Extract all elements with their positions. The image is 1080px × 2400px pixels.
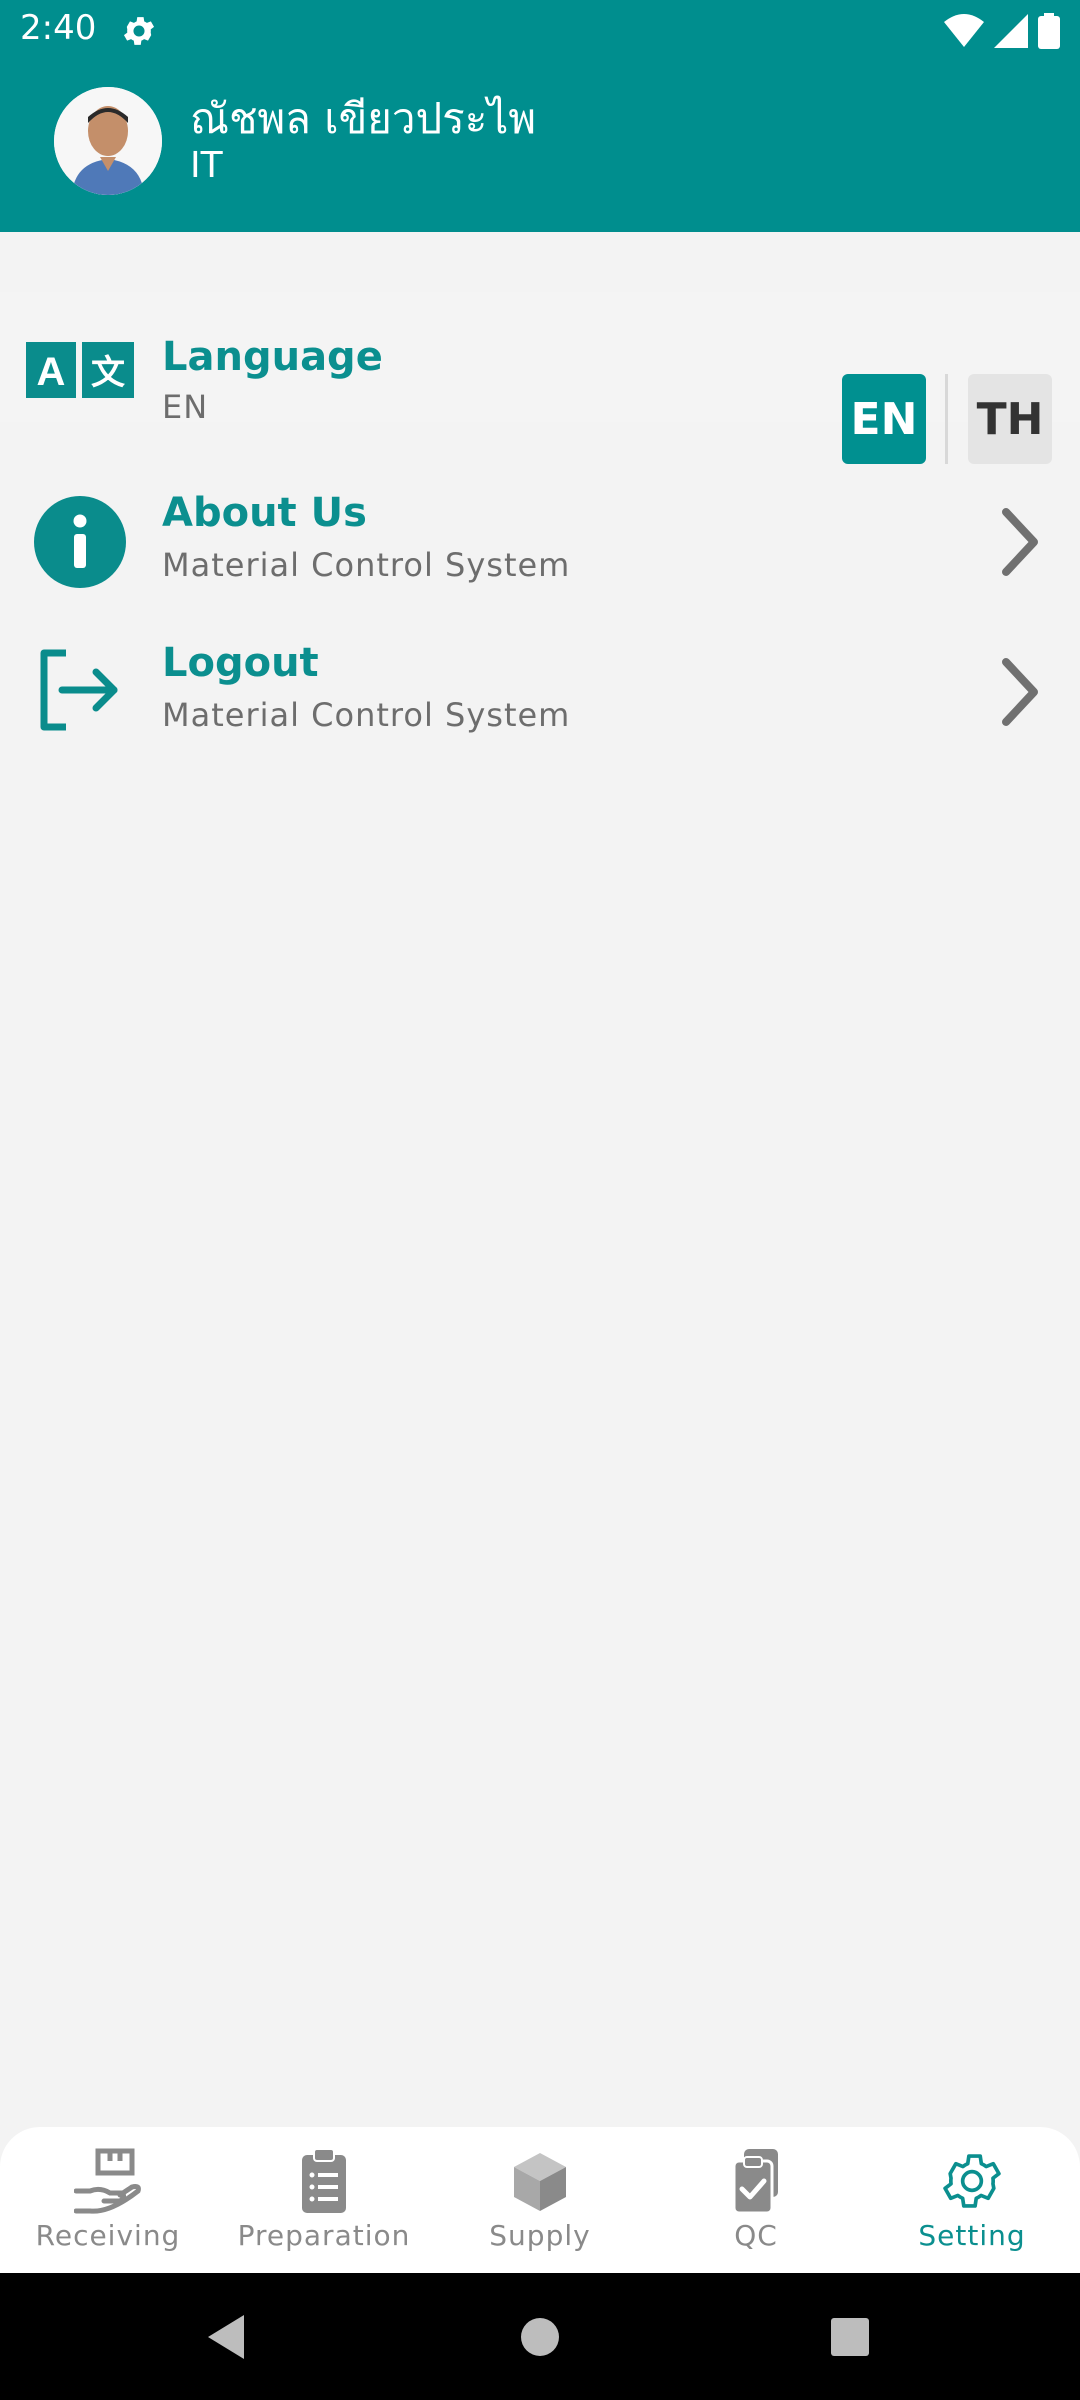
about-us-subtitle: Material Control System [162, 546, 571, 584]
logout-row[interactable]: Logout Material Control System [0, 592, 1080, 734]
home-icon[interactable] [520, 2317, 560, 2357]
chevron-right-icon [1002, 658, 1038, 726]
signal-icon [994, 14, 1028, 48]
svg-text:A: A [37, 350, 66, 394]
logout-title: Logout [162, 640, 319, 686]
language-title: Language [162, 334, 383, 380]
user-department: IT [190, 145, 223, 186]
app-header: 2:40 ณัชพล เขียวประไพ IT [0, 0, 1080, 232]
settings-content: A 文 Language EN EN TH About Us Material … [0, 232, 1080, 2127]
nav-label-preparation: Preparation [237, 2219, 411, 2252]
user-profile: ณัชพล เขียวประไพ IT [54, 86, 536, 196]
system-navigation-bar [0, 2273, 1080, 2400]
status-icons [944, 12, 1060, 50]
chevron-right-icon [1002, 508, 1038, 576]
user-name: ณัชพล เขียวประไพ [190, 94, 537, 143]
settings-gear-icon [123, 17, 155, 45]
qc-clipboard-check-icon [732, 2149, 778, 2215]
about-us-row[interactable]: About Us Material Control System [0, 442, 1080, 588]
receiving-icon [74, 2148, 141, 2214]
svg-text:文: 文 [91, 353, 125, 393]
avatar [54, 87, 162, 195]
nav-label-receiving: Receiving [35, 2219, 181, 2252]
nav-receiving[interactable]: Receiving [0, 2127, 216, 2273]
bottom-navigation: Receiving Preparation Supply QC Setting [0, 2127, 1080, 2273]
nav-preparation[interactable]: Preparation [216, 2127, 432, 2273]
back-icon[interactable] [204, 2313, 246, 2361]
nav-label-setting: Setting [918, 2219, 1026, 2252]
box-icon [514, 2153, 566, 2211]
nav-qc[interactable]: QC [648, 2127, 864, 2273]
nav-label-qc: QC [734, 2219, 778, 2252]
about-us-title: About Us [162, 490, 367, 536]
translate-icon: A 文 [26, 342, 134, 398]
battery-icon [1038, 13, 1060, 49]
nav-setting[interactable]: Setting [864, 2127, 1080, 2273]
clipboard-list-icon [302, 2148, 346, 2213]
info-icon [34, 496, 126, 588]
gear-icon [943, 2154, 1001, 2208]
nav-supply[interactable]: Supply [432, 2127, 648, 2273]
status-time: 2:40 [20, 8, 97, 48]
status-bar: 2:40 [0, 0, 1080, 62]
logout-subtitle: Material Control System [162, 696, 571, 734]
language-value: EN [162, 388, 209, 426]
wifi-icon [944, 14, 984, 47]
nav-label-supply: Supply [489, 2219, 591, 2252]
user-photo [54, 87, 162, 195]
logout-icon [40, 649, 118, 731]
recents-icon[interactable] [830, 2317, 870, 2357]
language-row: A 文 Language EN EN TH [0, 292, 1080, 464]
